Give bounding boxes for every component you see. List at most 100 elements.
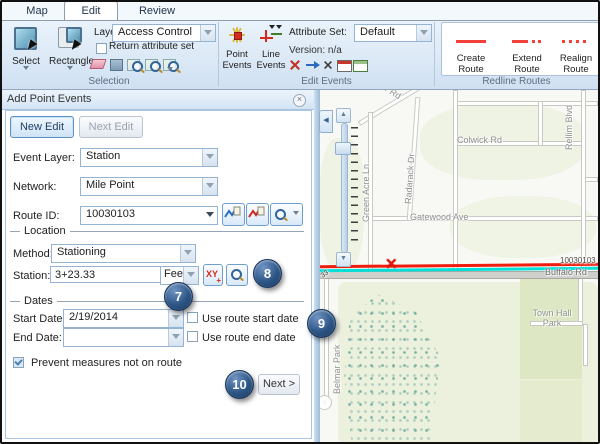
chevron-down-icon[interactable]	[200, 25, 215, 41]
next-edit-button[interactable]: Next Edit	[79, 116, 143, 138]
street-label-green-acre: Green Acre Ln	[361, 156, 371, 222]
event-layer-label: Event Layer:	[13, 152, 75, 164]
event-attributes-window-icon[interactable]	[337, 60, 353, 75]
road-belmar	[324, 278, 329, 398]
route-id-value: 10030103	[86, 208, 135, 220]
search-icon	[275, 209, 286, 220]
new-edit-button[interactable]: New Edit	[10, 116, 74, 138]
station-search-button[interactable]	[226, 264, 248, 286]
map-canvas[interactable]: ✕ ar Rd Colwick Rd Rellim Blvd Green Acr…	[320, 90, 598, 444]
attribute-set-combobox[interactable]: Default	[354, 24, 432, 42]
return-attribute-set-checkbox[interactable]	[96, 43, 107, 54]
split-event-icon[interactable]	[289, 59, 305, 74]
select-tool-icon	[14, 27, 38, 51]
town-hall-park-label: Town Hall Park	[532, 308, 572, 328]
snap-event-icon[interactable]	[322, 59, 338, 74]
method-combobox[interactable]: Stationing	[51, 244, 196, 263]
select-route-on-map-button[interactable]	[222, 203, 245, 226]
location-section-label: Location	[20, 225, 70, 237]
start-date-picker[interactable]: 2/19/2014	[63, 309, 184, 328]
chevron-down-icon[interactable]	[180, 245, 195, 262]
method-label: Method:	[13, 248, 53, 260]
line-events-icon	[260, 28, 282, 44]
realign-route-icon	[562, 40, 590, 43]
chevron-down-icon[interactable]	[168, 329, 183, 346]
chevron-down-icon[interactable]	[183, 267, 198, 284]
event-layer-value: Station	[86, 150, 120, 162]
street-label-colwick: Colwick Rd	[457, 135, 502, 145]
next-button[interactable]: Next >	[258, 374, 300, 395]
event-table-icon[interactable]	[353, 60, 369, 75]
network-label: Network:	[13, 181, 56, 193]
chevron-down-icon[interactable]	[168, 310, 183, 327]
use-route-start-date-checkbox[interactable]	[187, 312, 198, 323]
app-window: Map Edit Review Select Rectangle Layer: …	[0, 0, 600, 444]
route-id-map-label: 10030103	[560, 256, 596, 265]
version-label: Version: n/a	[289, 45, 342, 56]
cul-de-sac	[320, 396, 331, 409]
chevron-down-icon[interactable]	[416, 25, 431, 41]
selection-options-icon[interactable]	[162, 56, 178, 71]
road	[583, 324, 588, 366]
road	[455, 101, 598, 106]
callout-badge-9: 9	[307, 309, 336, 338]
street-label-gatewood: Gatewood Ave	[410, 212, 468, 222]
clear-route-selection-button[interactable]	[246, 203, 269, 226]
callout-badge-10: 10	[225, 370, 254, 399]
street-label-radarack: Radarack Dr	[403, 146, 417, 205]
layer-combobox[interactable]: Access Control	[112, 24, 216, 42]
chevron-down-icon[interactable]	[202, 178, 217, 195]
zoom-slider-handle[interactable]	[335, 142, 351, 155]
route-search-button[interactable]	[270, 203, 303, 226]
merge-events-icon[interactable]	[306, 59, 322, 74]
xy-locate-button[interactable]: XY +	[203, 264, 223, 286]
prevent-measures-checkbox[interactable]	[13, 357, 24, 368]
create-route-label: Create Route	[444, 53, 498, 75]
prevent-measures-label: Prevent measures not on route	[31, 357, 182, 369]
callout-badge-8: 8	[253, 259, 282, 288]
redline-routes-group-label: Redline Routes	[435, 76, 598, 88]
chevron-down-icon[interactable]	[202, 149, 217, 166]
station-input[interactable]	[50, 266, 161, 283]
extend-route-button[interactable]: Extend Route	[500, 23, 554, 75]
street-label-buffalo: Buffalo Rd	[545, 267, 587, 277]
tab-edit[interactable]: Edit	[64, 1, 118, 20]
line-events-button[interactable]: Line Events	[254, 23, 288, 75]
dates-section-label: Dates	[20, 295, 57, 307]
park-area	[450, 196, 596, 258]
event-layer-combobox[interactable]: Station	[80, 148, 218, 167]
extend-route-icon	[512, 40, 542, 43]
plus-icon: +	[216, 276, 221, 285]
point-event-x-marker: ✕	[385, 255, 398, 273]
select-tool-button[interactable]: Select	[5, 23, 47, 75]
road-rellim	[581, 90, 586, 275]
rectangle-tool-button[interactable]: Rectangle	[49, 23, 91, 75]
road-gatewood	[368, 216, 598, 221]
panel-splitter[interactable]	[314, 90, 320, 444]
zoom-in-button[interactable]: ▲	[336, 108, 351, 123]
network-combobox[interactable]: Mile Point	[80, 177, 218, 196]
zoom-out-button[interactable]: ▼	[336, 252, 351, 267]
clear-selection-icon[interactable]	[90, 56, 106, 71]
chevron-down-icon[interactable]	[203, 207, 217, 224]
end-date-picker[interactable]	[63, 328, 184, 347]
use-route-end-date-checkbox[interactable]	[187, 331, 198, 342]
tab-map[interactable]: Map	[8, 3, 66, 19]
clear-route-arrow-icon	[247, 204, 266, 223]
close-icon[interactable]: ×	[293, 94, 306, 107]
redline-routes-panel: Create Route Extend Route Realign Route	[441, 22, 599, 76]
create-route-button[interactable]: Create Route	[444, 23, 498, 75]
town-hall-park-area	[520, 279, 582, 379]
route-id-combobox[interactable]: 10030103	[80, 206, 218, 225]
collapse-panel-button[interactable]: ◀	[319, 110, 333, 133]
tab-review[interactable]: Review	[128, 3, 186, 19]
point-events-button[interactable]: Point Events	[221, 23, 253, 75]
select-all-icon[interactable]	[108, 56, 124, 71]
pan-to-selection-icon[interactable]	[144, 56, 160, 71]
zoom-slider-ticks	[351, 127, 358, 247]
method-value: Stationing	[57, 246, 106, 258]
panel-title: Add Point Events	[7, 93, 91, 105]
zoom-to-selection-icon[interactable]	[126, 56, 142, 71]
realign-route-button[interactable]: Realign Route	[555, 23, 597, 75]
road	[538, 101, 543, 146]
